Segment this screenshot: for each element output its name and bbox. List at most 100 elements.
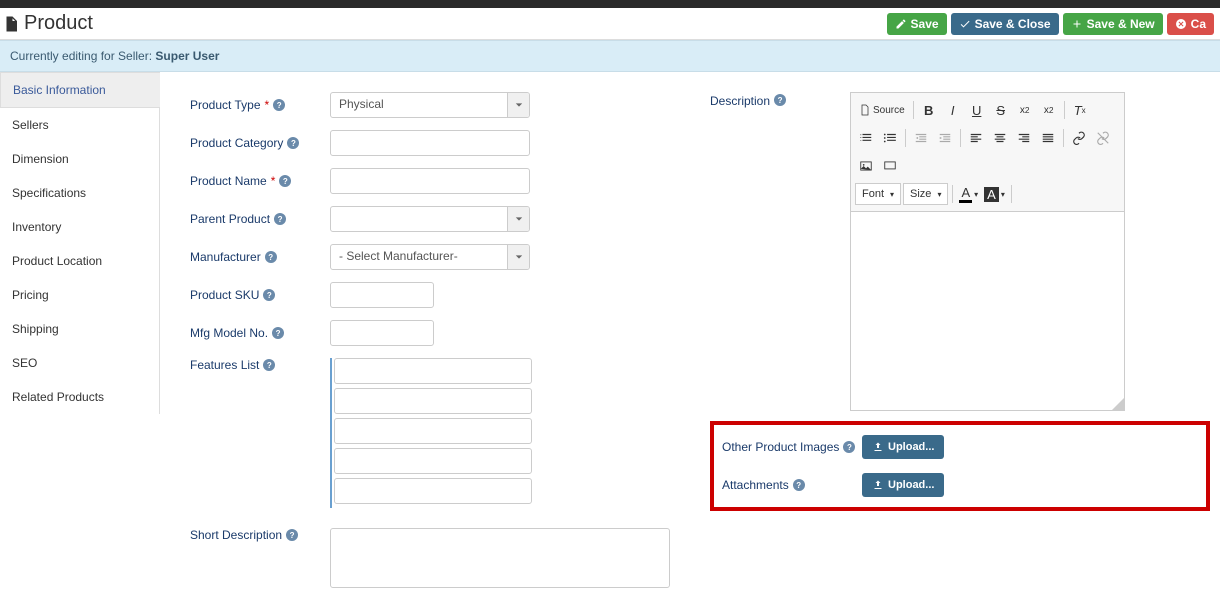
align-left-button[interactable] [965, 127, 987, 149]
text-color-button[interactable]: A▾ [957, 183, 980, 205]
features-list [330, 358, 532, 508]
preview-button[interactable] [879, 155, 901, 177]
help-icon[interactable]: ? [274, 213, 286, 225]
feature-input[interactable] [334, 388, 532, 414]
help-icon[interactable]: ? [272, 327, 284, 339]
justify-button[interactable] [1037, 127, 1059, 149]
tab-dimension[interactable]: Dimension [0, 142, 160, 176]
short-desc-label: Short Description? [190, 528, 330, 542]
image-button[interactable] [855, 155, 877, 177]
tab-specifications[interactable]: Specifications [0, 176, 160, 210]
edit-icon [895, 18, 907, 30]
align-left-icon [969, 131, 983, 145]
short-desc-input[interactable] [330, 528, 670, 588]
resize-handle[interactable] [1112, 398, 1124, 410]
justify-icon [1041, 131, 1055, 145]
attachments-label: Attachments? [722, 478, 862, 492]
outdent-icon [914, 131, 928, 145]
help-icon[interactable]: ? [843, 441, 855, 453]
align-center-icon [993, 131, 1007, 145]
parent-product-label: Parent Product? [190, 212, 330, 226]
editor-body[interactable] [850, 211, 1125, 411]
rich-editor: Source B I U S x2 x2 Tx [850, 92, 1125, 411]
remove-format-button[interactable]: Tx [1069, 99, 1091, 121]
subscript-button[interactable]: x2 [1014, 99, 1036, 121]
font-dropdown[interactable]: Font▾ [855, 183, 901, 205]
tab-basic-information[interactable]: Basic Information [0, 72, 160, 108]
page-header: Product Save Save & Close Save & New Ca [0, 8, 1220, 40]
manufacturer-select[interactable]: - Select Manufacturer- [330, 244, 530, 270]
product-name-label: Product Name*? [190, 174, 330, 188]
screen-icon [883, 159, 897, 173]
main-content: Product Type*? Physical Product Category… [160, 72, 1220, 613]
other-images-upload-button[interactable]: Upload... [862, 435, 944, 459]
help-icon[interactable]: ? [287, 137, 299, 149]
chevron-down-icon [515, 101, 523, 109]
chevron-down-icon [515, 215, 523, 223]
unordered-list-button[interactable] [879, 127, 901, 149]
underline-button[interactable]: U [966, 99, 988, 121]
feature-input[interactable] [334, 418, 532, 444]
strike-button[interactable]: S [990, 99, 1012, 121]
seller-notice: Currently editing for Seller: Super User [0, 40, 1220, 72]
description-label: Description? [710, 92, 850, 411]
align-right-icon [1017, 131, 1031, 145]
tab-sellers[interactable]: Sellers [0, 108, 160, 142]
help-icon[interactable]: ? [774, 94, 786, 106]
list-ul-icon [883, 131, 897, 145]
link-button[interactable] [1068, 127, 1090, 149]
features-label: Features List? [190, 358, 330, 372]
help-icon[interactable]: ? [279, 175, 291, 187]
indent-button[interactable] [934, 127, 956, 149]
save-new-button[interactable]: Save & New [1063, 13, 1163, 35]
tab-inventory[interactable]: Inventory [0, 210, 160, 244]
parent-product-select[interactable] [330, 206, 530, 232]
product-type-label: Product Type*? [190, 98, 330, 112]
help-icon[interactable]: ? [265, 251, 277, 263]
sidebar: Basic Information Sellers Dimension Spec… [0, 72, 160, 613]
action-buttons: Save Save & Close Save & New Ca [887, 13, 1214, 35]
superscript-button[interactable]: x2 [1038, 99, 1060, 121]
indent-icon [938, 131, 952, 145]
unlink-button[interactable] [1092, 127, 1114, 149]
mfg-model-label: Mfg Model No.? [190, 326, 330, 340]
align-center-button[interactable] [989, 127, 1011, 149]
cancel-icon [1175, 18, 1187, 30]
feature-input[interactable] [334, 478, 532, 504]
ordered-list-button[interactable] [855, 127, 877, 149]
italic-button[interactable]: I [942, 99, 964, 121]
other-images-label: Other Product Images? [722, 440, 862, 454]
save-button[interactable]: Save [887, 13, 947, 35]
tab-product-location[interactable]: Product Location [0, 244, 160, 278]
outdent-button[interactable] [910, 127, 932, 149]
save-close-button[interactable]: Save & Close [951, 13, 1059, 35]
help-icon[interactable]: ? [286, 529, 298, 541]
help-icon[interactable]: ? [263, 289, 275, 301]
link-icon [1072, 131, 1086, 145]
file-icon [2, 15, 20, 33]
product-name-input[interactable] [330, 168, 530, 194]
product-category-input[interactable] [330, 130, 530, 156]
cancel-button[interactable]: Ca [1167, 13, 1214, 35]
tab-pricing[interactable]: Pricing [0, 278, 160, 312]
align-right-button[interactable] [1013, 127, 1035, 149]
tab-seo[interactable]: SEO [0, 346, 160, 380]
upload-section-highlight: Other Product Images? Upload... Attachme… [710, 421, 1210, 511]
tab-shipping[interactable]: Shipping [0, 312, 160, 346]
feature-input[interactable] [334, 448, 532, 474]
tab-related-products[interactable]: Related Products [0, 380, 160, 414]
bg-color-button[interactable]: A▾ [982, 185, 1007, 204]
source-button[interactable]: Source [855, 102, 909, 118]
help-icon[interactable]: ? [263, 359, 275, 371]
window-topbar [0, 0, 1220, 8]
size-dropdown[interactable]: Size▾ [903, 183, 948, 205]
mfg-model-input[interactable] [330, 320, 434, 346]
attachments-upload-button[interactable]: Upload... [862, 473, 944, 497]
product-sku-input[interactable] [330, 282, 434, 308]
bold-button[interactable]: B [918, 99, 940, 121]
image-icon [859, 159, 873, 173]
product-type-select[interactable]: Physical [330, 92, 530, 118]
help-icon[interactable]: ? [273, 99, 285, 111]
help-icon[interactable]: ? [793, 479, 805, 491]
feature-input[interactable] [334, 358, 532, 384]
